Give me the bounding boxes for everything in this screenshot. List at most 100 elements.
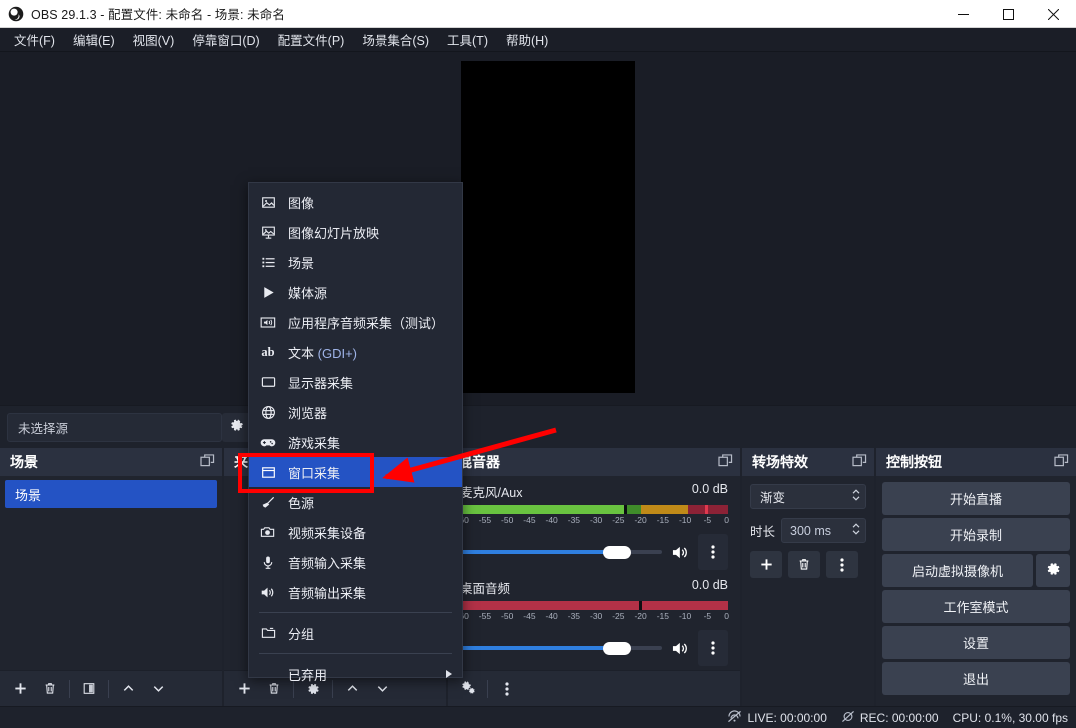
controls-dock-title: 控制按钮 — [876, 448, 1076, 476]
menu-help[interactable]: 帮助(H) — [497, 27, 557, 52]
app-audio-icon — [259, 315, 277, 330]
context-menu-item-browser[interactable]: 浏览器 — [249, 397, 462, 427]
context-menu-item-app-audio-capture[interactable]: 应用程序音频采集（测试） — [249, 307, 462, 337]
controls-button-list: 开始直播 开始录制 启动虚拟摄像机 工作室模式 设置 退出 — [876, 476, 1076, 695]
preview-canvas[interactable] — [461, 61, 635, 393]
camera-icon — [259, 525, 277, 539]
menu-file[interactable]: 文件(F) — [5, 27, 64, 52]
virtual-camera-settings-button[interactable] — [1036, 554, 1070, 587]
obs-icon — [8, 6, 24, 22]
slider-knob[interactable] — [603, 546, 632, 559]
context-menu-item-text-gdi[interactable]: ab 文本 (GDI+) — [249, 337, 462, 367]
db-tick-label: -55 — [478, 611, 492, 621]
menu-edit[interactable]: 编辑(E) — [64, 27, 124, 52]
context-menu-item-display-capture[interactable]: 显示器采集 — [249, 367, 462, 397]
studio-mode-button[interactable]: 工作室模式 — [882, 590, 1070, 623]
menu-scene-collection[interactable]: 场景集合(S) — [353, 27, 438, 52]
context-menu-separator — [259, 612, 452, 613]
start-virtual-camera-button[interactable]: 启动虚拟摄像机 — [882, 554, 1033, 587]
mixer-channels: 麦克风/Aux 0.0 dB -60 -55 -50 — [448, 476, 740, 670]
context-menu-item-window-capture[interactable]: 窗口采集 — [249, 457, 462, 487]
play-icon — [259, 285, 277, 300]
settings-button[interactable]: 设置 — [882, 626, 1070, 659]
scenes-toolbar-separator-2 — [108, 679, 109, 698]
mixer-volume-row — [460, 630, 728, 666]
menu-tools[interactable]: 工具(T) — [438, 27, 497, 52]
menu-view[interactable]: 视图(V) — [124, 27, 184, 52]
volume-slider[interactable] — [460, 639, 662, 657]
db-tick-label: -5 — [703, 515, 712, 525]
slider-knob[interactable] — [603, 642, 632, 655]
remove-scene-button[interactable] — [36, 676, 64, 702]
add-transition-button[interactable] — [750, 551, 782, 578]
context-menu-item-image-slideshow[interactable]: 图像幻灯片放映 — [249, 217, 462, 247]
window-controls — [941, 0, 1076, 28]
float-window-icon[interactable] — [200, 454, 215, 470]
context-menu-item-game-capture[interactable]: 游戏采集 — [249, 427, 462, 457]
exit-button[interactable]: 退出 — [882, 662, 1070, 695]
meter-yellow — [640, 505, 688, 514]
mixer-toolbar — [448, 670, 740, 706]
obs-main-window: OBS 29.1.3 - 配置文件: 未命名 - 场景: 未命名 文件(F) 编… — [0, 0, 1076, 728]
move-scene-up-button[interactable] — [114, 676, 142, 702]
float-window-icon[interactable] — [852, 454, 867, 470]
mute-button[interactable] — [669, 544, 691, 561]
context-menu-item-scene[interactable]: 场景 — [249, 247, 462, 277]
scene-list-item[interactable]: 场景 — [5, 480, 217, 508]
context-menu-item-color-source[interactable]: 色源 — [249, 487, 462, 517]
add-scene-button[interactable] — [6, 676, 34, 702]
db-tick-label: -50 — [501, 611, 514, 621]
remove-transition-button[interactable] — [788, 551, 820, 578]
mixer-channel-db: 0.0 dB — [691, 578, 728, 592]
gear-icon — [230, 419, 244, 436]
context-menu-item-audio-input-capture[interactable]: 音频输入采集 — [249, 547, 462, 577]
preview-area[interactable] — [0, 52, 1076, 405]
slider-fill — [460, 550, 614, 554]
db-tick-label: 0 — [724, 515, 730, 525]
maximize-button[interactable] — [986, 0, 1031, 28]
transition-selected-label: 渐变 — [760, 491, 786, 505]
context-menu-item-video-capture-device[interactable]: 视频采集设备 — [249, 517, 462, 547]
start-streaming-button[interactable]: 开始直播 — [882, 482, 1070, 515]
minimize-button[interactable] — [941, 0, 986, 28]
close-button[interactable] — [1031, 0, 1076, 28]
menu-docks[interactable]: 停靠窗口(D) — [183, 27, 268, 52]
mixer-dock: 混音器 麦克风/Aux 0.0 dB -55 -50 -45 -40 -35 -… — [448, 448, 740, 706]
context-menu-label: 浏览器 — [288, 405, 328, 421]
menu-profile[interactable]: 配置文件(P) — [269, 27, 354, 52]
db-tick-label: -20 — [634, 611, 647, 621]
context-menu-item-audio-output-capture[interactable]: 音频输出采集 — [249, 577, 462, 607]
mixer-channel-menu-button[interactable] — [698, 534, 728, 570]
spinner-updown-icon[interactable] — [851, 521, 861, 540]
float-window-icon[interactable] — [718, 454, 733, 470]
duration-input[interactable]: 300 ms — [781, 518, 866, 543]
context-menu-label: 分组 — [288, 626, 315, 642]
context-menu-item-image[interactable]: 图像 — [249, 187, 462, 217]
live-time: LIVE: 00:00:00 — [747, 710, 827, 725]
volume-slider[interactable] — [460, 543, 662, 561]
transition-buttons — [750, 551, 866, 578]
context-menu-label: 图像幻灯片放映 — [288, 225, 380, 241]
float-window-icon[interactable] — [1054, 454, 1069, 470]
mixer-channel-menu-button[interactable] — [698, 630, 728, 666]
transition-select[interactable]: 渐变 — [750, 484, 866, 509]
status-bar: LIVE: 00:00:00 REC: 00:00:00 CPU: 0.1%, … — [0, 706, 1076, 728]
controls-body: 开始直播 开始录制 启动虚拟摄像机 工作室模式 设置 退出 — [876, 476, 1076, 706]
move-scene-down-button[interactable] — [144, 676, 172, 702]
context-menu-item-media-source[interactable]: 媒体源 — [249, 277, 462, 307]
add-source-context-menu[interactable]: 图像 图像幻灯片放映 场景 媒体源 应用程序音频采集（测试） ab 文本 (GD… — [248, 182, 463, 683]
transition-properties-button[interactable] — [826, 551, 858, 578]
brush-icon — [259, 495, 277, 510]
spinner-updown-icon[interactable] — [851, 487, 861, 506]
context-menu-item-deprecated[interactable]: 已弃用 — [249, 659, 462, 689]
context-menu-item-group[interactable]: 分组 — [249, 618, 462, 648]
transitions-dock: 转场特效 渐变 时长 300 ms — [742, 448, 874, 706]
transitions-dock-title: 转场特效 — [742, 448, 874, 476]
scene-filters-button[interactable] — [75, 676, 103, 702]
start-recording-button[interactable]: 开始录制 — [882, 518, 1070, 551]
image-icon — [259, 195, 277, 210]
mixer-db-scale: -60 -55 -50 -45 -40 -35 -30 -25 -20 -15 … — [457, 611, 730, 623]
mixer-menu-button[interactable] — [493, 676, 521, 702]
mute-button[interactable] — [669, 640, 691, 657]
scenes-list[interactable]: 场景 — [0, 476, 222, 670]
